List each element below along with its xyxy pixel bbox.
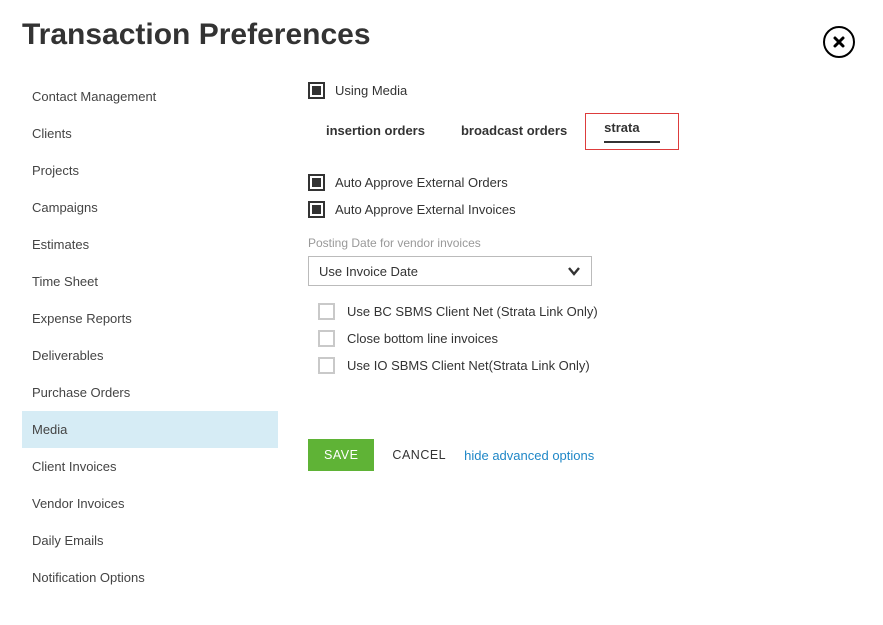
option-label: Use IO SBMS Client Net(Strata Link Only) <box>347 358 590 373</box>
sidebar-item-label: Daily Emails <box>32 533 104 548</box>
sidebar-item-label: Time Sheet <box>32 274 98 289</box>
option-row-io-sbms: Use IO SBMS Client Net(Strata Link Only) <box>308 352 861 379</box>
sidebar-item-label: Clients <box>32 126 72 141</box>
tab-strata-label: strata <box>604 120 660 143</box>
sidebar: Contact Management Clients Projects Camp… <box>22 78 278 596</box>
save-button[interactable]: SAVE <box>308 439 374 471</box>
auto-approve-orders-row: Auto Approve External Orders <box>308 174 861 191</box>
hide-advanced-link[interactable]: hide advanced options <box>464 448 594 463</box>
sidebar-item-vendor-invoices[interactable]: Vendor Invoices <box>22 485 278 522</box>
auto-approve-orders-label: Auto Approve External Orders <box>335 175 508 190</box>
sidebar-item-label: Contact Management <box>32 89 156 104</box>
auto-approve-invoices-row: Auto Approve External Invoices <box>308 201 861 218</box>
option-checkbox-bc-sbms[interactable] <box>318 303 335 320</box>
sidebar-item-expense-reports[interactable]: Expense Reports <box>22 300 278 337</box>
tab-insertion-orders[interactable]: insertion orders <box>308 113 443 148</box>
page-title: Transaction Preferences <box>22 18 861 52</box>
auto-approve-orders-checkbox[interactable] <box>308 174 325 191</box>
sidebar-item-label: Client Invoices <box>32 459 117 474</box>
sidebar-item-contact-management[interactable]: Contact Management <box>22 78 278 115</box>
cancel-button[interactable]: CANCEL <box>392 448 446 462</box>
tab-broadcast-orders[interactable]: broadcast orders <box>443 113 585 148</box>
sidebar-item-deliverables[interactable]: Deliverables <box>22 337 278 374</box>
sidebar-item-label: Campaigns <box>32 200 98 215</box>
sidebar-item-label: Estimates <box>32 237 89 252</box>
chevron-down-icon <box>567 264 581 278</box>
sidebar-item-client-invoices[interactable]: Client Invoices <box>22 448 278 485</box>
sidebar-item-label: Projects <box>32 163 79 178</box>
option-row-close-bottom: Close bottom line invoices <box>308 325 861 352</box>
sidebar-item-estimates[interactable]: Estimates <box>22 226 278 263</box>
sidebar-item-projects[interactable]: Projects <box>22 152 278 189</box>
sidebar-item-notification-options[interactable]: Notification Options <box>22 559 278 596</box>
posting-date-select[interactable]: Use Invoice Date <box>308 256 592 286</box>
using-media-row: Using Media <box>308 82 861 99</box>
auto-approve-invoices-label: Auto Approve External Invoices <box>335 202 516 217</box>
using-media-label: Using Media <box>335 83 407 98</box>
main-panel: Using Media insertion orders broadcast o… <box>308 78 861 596</box>
close-icon <box>832 35 846 49</box>
sidebar-item-label: Deliverables <box>32 348 104 363</box>
sidebar-item-label: Notification Options <box>32 570 145 585</box>
option-checkbox-close-bottom[interactable] <box>318 330 335 347</box>
option-label: Use BC SBMS Client Net (Strata Link Only… <box>347 304 598 319</box>
sidebar-item-clients[interactable]: Clients <box>22 115 278 152</box>
auto-approve-invoices-checkbox[interactable] <box>308 201 325 218</box>
tab-strata[interactable]: strata <box>585 113 679 150</box>
sidebar-item-label: Purchase Orders <box>32 385 130 400</box>
sidebar-item-purchase-orders[interactable]: Purchase Orders <box>22 374 278 411</box>
sidebar-item-label: Expense Reports <box>32 311 132 326</box>
option-label: Close bottom line invoices <box>347 331 498 346</box>
posting-date-helper: Posting Date for vendor invoices <box>308 236 861 250</box>
sidebar-item-daily-emails[interactable]: Daily Emails <box>22 522 278 559</box>
sidebar-item-time-sheet[interactable]: Time Sheet <box>22 263 278 300</box>
option-checkbox-io-sbms[interactable] <box>318 357 335 374</box>
sidebar-item-campaigns[interactable]: Campaigns <box>22 189 278 226</box>
using-media-checkbox[interactable] <box>308 82 325 99</box>
media-tabs: insertion orders broadcast orders strata <box>308 113 861 150</box>
footer-row: SAVE CANCEL hide advanced options <box>308 439 861 471</box>
sidebar-item-media[interactable]: Media <box>22 411 278 448</box>
sidebar-item-label: Vendor Invoices <box>32 496 125 511</box>
close-button[interactable] <box>823 26 855 58</box>
sidebar-item-label: Media <box>32 422 67 437</box>
option-row-bc-sbms: Use BC SBMS Client Net (Strata Link Only… <box>308 298 861 325</box>
posting-date-value: Use Invoice Date <box>319 264 418 279</box>
